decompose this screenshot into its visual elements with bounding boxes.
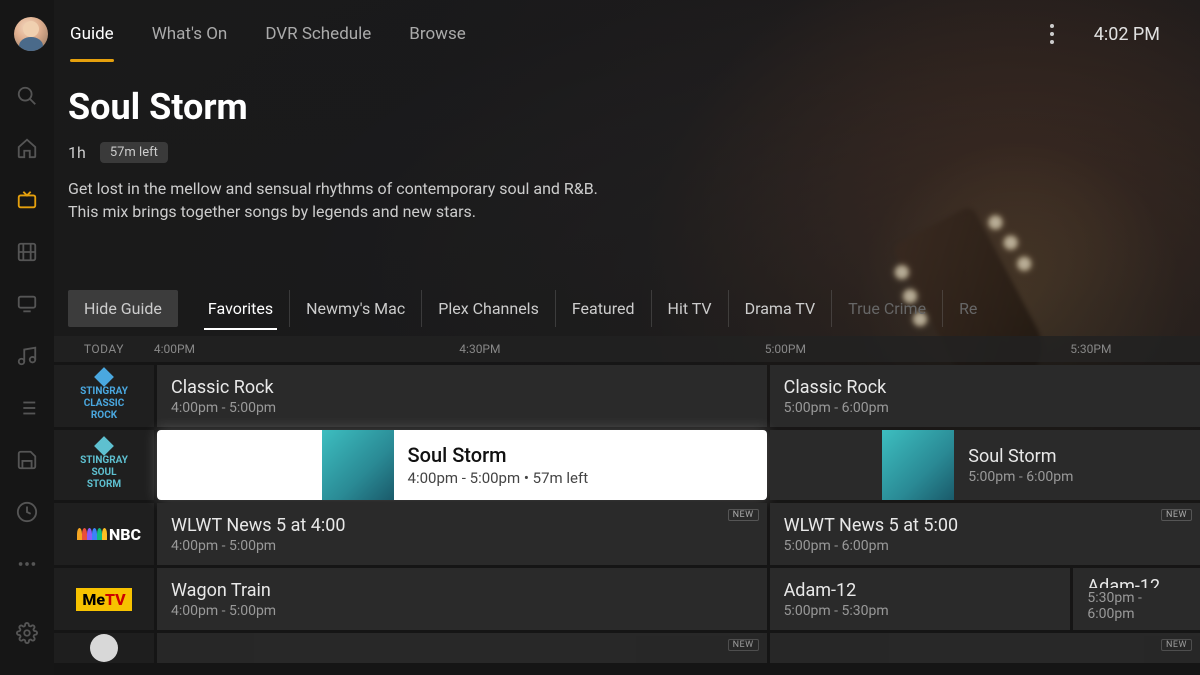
program-time: 5:00pm - 6:00pm <box>784 400 1186 416</box>
search-icon[interactable] <box>15 84 39 108</box>
program-cell[interactable]: Wagon Train 4:00pm - 5:00pm <box>157 568 767 630</box>
program-cell[interactable]: WLWT News 5 at 5:00 5:00pm - 6:00pm NEW <box>770 503 1200 565</box>
filter-row: Hide Guide FavoritesNewmy's MacPlex Chann… <box>68 288 1200 328</box>
sidebar <box>0 0 54 675</box>
filter-true-crime[interactable]: True Crime <box>832 290 943 327</box>
channel-wcpo[interactable] <box>54 633 154 663</box>
program-time: 4:00pm - 5:00pm <box>171 538 753 554</box>
hero-time-left: 57m left <box>100 142 168 163</box>
filter-featured[interactable]: Featured <box>556 290 652 327</box>
hero: Soul Storm 1h 57m left Get lost in the m… <box>68 86 780 223</box>
program-title: Classic Rock <box>784 377 1186 398</box>
program-time: 5:00pm - 6:00pm <box>968 469 1073 485</box>
program-title: Adam-12 <box>1087 576 1186 588</box>
clock-icon[interactable] <box>15 500 39 524</box>
time-header: TODAY4:00PM4:30PM5:00PM5:30PM <box>54 336 1200 362</box>
program-time: 5:30pm - 6:00pm <box>1087 590 1186 622</box>
program-time: 5:00pm - 6:00pm <box>784 538 1186 554</box>
time-slot: 4:00PM <box>154 342 459 356</box>
program-thumb <box>322 430 394 500</box>
hero-description: Get lost in the mellow and sensual rhyth… <box>68 177 608 223</box>
tv-icon[interactable] <box>15 188 39 212</box>
program-cell[interactable]: NEW <box>157 633 767 663</box>
top-tab-guide[interactable]: Guide <box>70 18 114 50</box>
more-menu-icon[interactable] <box>1044 18 1060 50</box>
top-tabs: Guide What's On DVR Schedule Browse <box>70 18 466 50</box>
filter-re[interactable]: Re <box>943 290 993 327</box>
new-badge: NEW <box>728 639 759 651</box>
program-title: Soul Storm <box>968 446 1073 467</box>
new-badge: NEW <box>1161 509 1192 521</box>
time-slot: 5:30PM <box>1070 342 1200 356</box>
more-icon[interactable] <box>15 552 39 576</box>
program-cell[interactable]: Soul Storm 4:00pm - 5:00pm • 57m left <box>157 430 767 500</box>
new-badge: NEW <box>1161 639 1192 651</box>
guide-rows: STINGRAYCLASSICROCK Classic Rock 4:00pm - … <box>54 365 1200 663</box>
new-badge: NEW <box>728 509 759 521</box>
program-thumb <box>882 430 954 500</box>
home-icon[interactable] <box>15 136 39 160</box>
program-time: 5:00pm - 5:30pm <box>784 603 1057 619</box>
filter-favorites[interactable]: Favorites <box>192 290 290 327</box>
program-cell[interactable]: Adam-12 5:30pm - 6:00pm <box>1073 568 1200 630</box>
channel-metv[interactable]: MeTV <box>54 568 154 630</box>
guide: TODAY4:00PM4:30PM5:00PM5:30PM STINGRAYCL… <box>54 336 1200 675</box>
program-cell[interactable]: Classic Rock 5:00pm - 6:00pm <box>770 365 1200 427</box>
settings-icon[interactable] <box>15 621 39 645</box>
top-tab-browse[interactable]: Browse <box>409 18 465 50</box>
hide-guide-button[interactable]: Hide Guide <box>68 290 178 327</box>
program-time: 4:00pm - 5:00pm <box>171 400 753 416</box>
guide-row: NBC WLWT News 5 at 4:00 4:00pm - 5:00pm NEW… <box>54 503 1200 565</box>
program-title: Soul Storm <box>408 443 589 467</box>
time-header-today: TODAY <box>54 342 154 356</box>
monitor-icon[interactable] <box>15 292 39 316</box>
save-icon[interactable] <box>15 448 39 472</box>
channel-stingray-classic-rock[interactable]: STINGRAYCLASSICROCK <box>54 365 154 427</box>
guide-row: MeTV Wagon Train 4:00pm - 5:00pm Adam-12 5:0… <box>54 568 1200 630</box>
top-bar: Guide What's On DVR Schedule Browse 4:02 PM <box>0 0 1200 68</box>
channel-nbc[interactable]: NBC <box>54 503 154 565</box>
program-title: WLWT News 5 at 5:00 <box>784 515 1186 536</box>
guide-row: STINGRAYSOULSTORM Soul Storm 4:00pm - 5:00… <box>54 430 1200 500</box>
film-icon[interactable] <box>15 240 39 264</box>
program-cell[interactable]: Classic Rock 4:00pm - 5:00pm <box>157 365 767 427</box>
program-cell[interactable]: NEW <box>770 633 1200 663</box>
hero-duration: 1h <box>68 143 86 162</box>
filter-newmy-s-mac[interactable]: Newmy's Mac <box>290 290 422 327</box>
program-title: WLWT News 5 at 4:00 <box>171 515 753 536</box>
program-title: Adam-12 <box>784 580 1057 601</box>
top-tab-dvr-schedule[interactable]: DVR Schedule <box>265 18 371 50</box>
program-cell[interactable]: Adam-12 5:00pm - 5:30pm <box>770 568 1071 630</box>
guide-row: STINGRAYCLASSICROCK Classic Rock 4:00pm - … <box>54 365 1200 427</box>
program-time: 4:00pm - 5:00pm <box>171 603 753 619</box>
time-slot: 4:30PM <box>459 342 764 356</box>
program-cell[interactable]: Soul Storm 5:00pm - 6:00pm <box>770 430 1200 500</box>
hero-title: Soul Storm <box>68 86 780 128</box>
filter-hit-tv[interactable]: Hit TV <box>652 290 729 327</box>
filter-drama-tv[interactable]: Drama TV <box>729 290 833 327</box>
program-title: Classic Rock <box>171 377 753 398</box>
filter-plex-channels[interactable]: Plex Channels <box>422 290 556 327</box>
clock: 4:02 PM <box>1094 24 1160 45</box>
top-tab-what-s-on[interactable]: What's On <box>152 18 228 50</box>
time-slot: 5:00PM <box>765 342 1070 356</box>
list-icon[interactable] <box>15 396 39 420</box>
channel-stingray-soul-storm[interactable]: STINGRAYSOULSTORM <box>54 430 154 500</box>
avatar[interactable] <box>14 17 48 51</box>
guide-row: NEW NEW <box>54 633 1200 663</box>
program-cell[interactable]: WLWT News 5 at 4:00 4:00pm - 5:00pm NEW <box>157 503 767 565</box>
program-title: Wagon Train <box>171 580 753 601</box>
program-time: 4:00pm - 5:00pm • 57m left <box>408 469 589 487</box>
music-icon[interactable] <box>15 344 39 368</box>
